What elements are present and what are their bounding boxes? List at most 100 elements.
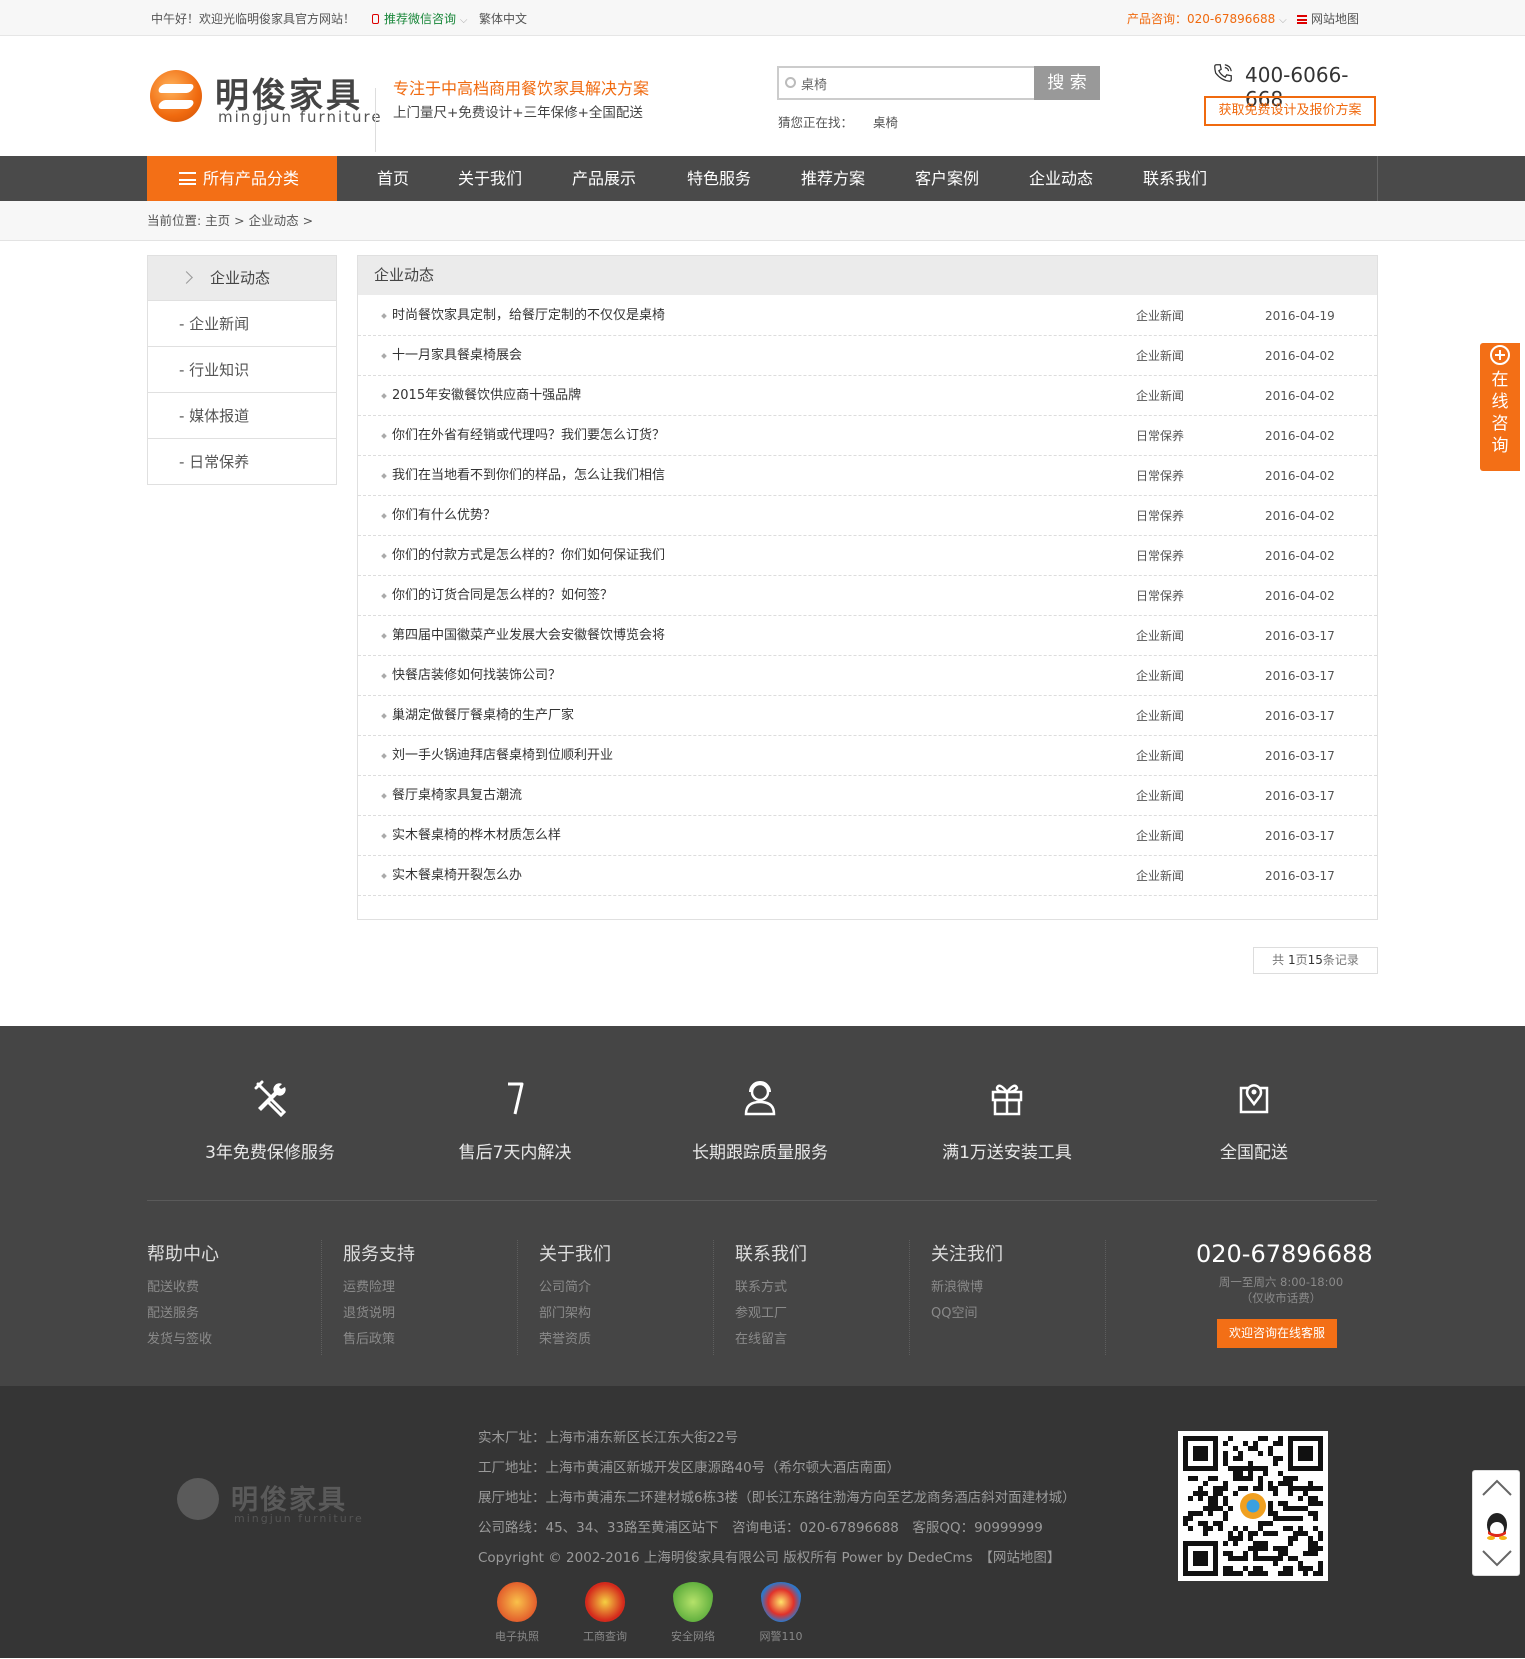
news-category-link[interactable]: 日常保养	[1136, 456, 1184, 496]
news-date: 2016-03-17	[1265, 749, 1335, 763]
top-bar: 中午好！欢迎光临明俊家具官方网站！ 推荐微信咨询 ⌵ 繁体中文 产品咨询：020…	[0, 0, 1525, 36]
service-tracking: 长期跟踪质量服务	[660, 1076, 860, 1163]
news-panel: 企业动态 时尚餐饮家具定制，给餐厅定制的不仅仅是桌椅 企业新闻 2016-04-19…	[357, 255, 1378, 920]
news-category-link[interactable]: 日常保养	[1136, 576, 1184, 616]
bullet-icon	[381, 313, 387, 319]
hot-search-word[interactable]: 桌椅	[873, 112, 898, 131]
sidebar-item-industry[interactable]: - 行业知识	[148, 346, 336, 392]
free-quote-button[interactable]: 获取免费设计及报价方案	[1204, 96, 1376, 126]
sidebar-item-maintenance[interactable]: - 日常保养	[148, 438, 336, 484]
news-title-link[interactable]: 你们有什么优势？	[392, 496, 496, 536]
news-title-link[interactable]: 餐厅桌椅家具复古潮流	[392, 776, 522, 816]
chevron-up-icon[interactable]	[1482, 1479, 1512, 1496]
nav-item-solutions[interactable]: 推荐方案	[801, 156, 865, 201]
news-category-link[interactable]: 企业新闻	[1136, 776, 1184, 816]
news-category-link[interactable]: 日常保养	[1136, 496, 1184, 536]
footer-link[interactable]: 售后政策	[343, 1327, 517, 1353]
news-title-link[interactable]: 时尚餐饮家具定制，给餐厅定制的不仅仅是桌椅	[392, 296, 665, 336]
news-category-link[interactable]: 企业新闻	[1136, 696, 1184, 736]
news-category-link[interactable]: 企业新闻	[1136, 736, 1184, 776]
nav-item-about[interactable]: 关于我们	[458, 156, 522, 201]
footer-link[interactable]: 参观工厂	[735, 1301, 909, 1327]
news-row: 巢湖定做餐厅餐桌椅的生产厂家 企业新闻 2016-03-17	[358, 696, 1377, 736]
badge-safe-network[interactable]: 安全网络	[663, 1582, 723, 1644]
site-header: 明俊家具 mingjun furniture 专注于中高档商用餐饮家具解决方案 …	[0, 36, 1525, 156]
breadcrumb[interactable]: 当前位置: 主页 > 企业动态 >	[147, 201, 1377, 241]
search-input[interactable]	[801, 68, 1031, 98]
news-row: 餐厅桌椅家具复古潮流 企业新闻 2016-03-17	[358, 776, 1377, 816]
business-badge-icon	[585, 1582, 625, 1622]
footer-col-contact: 联系我们 联系方式 参观工厂 在线留言	[735, 1240, 910, 1355]
slogan-main: 专注于中高档商用餐饮家具解决方案	[393, 79, 650, 98]
footer-link[interactable]: 运费险理	[343, 1275, 517, 1301]
news-title-link[interactable]: 十一月家具餐桌椅展会	[392, 336, 522, 376]
footer-link[interactable]: 在线留言	[735, 1327, 909, 1353]
badge-license[interactable]: 电子执照	[487, 1582, 547, 1644]
footer-link[interactable]: 发货与签收	[147, 1327, 321, 1353]
sidebar-item-media[interactable]: - 媒体报道	[148, 392, 336, 438]
news-title-link[interactable]: 刘一手火锅迪拜店餐桌椅到位顺利开业	[392, 736, 613, 776]
news-date: 2016-03-17	[1265, 829, 1335, 843]
news-category-link[interactable]: 企业新闻	[1136, 656, 1184, 696]
badge-business-check[interactable]: 工商查询	[575, 1582, 635, 1644]
footer-link[interactable]: 新浪微博	[931, 1275, 1105, 1301]
footer-link[interactable]: QQ空间	[931, 1301, 1105, 1327]
news-title-link[interactable]: 你们的付款方式是怎么样的？你们如何保证我们	[392, 536, 665, 576]
slogan-sub: 上门量尺+免费设计+三年保修+全国配送	[393, 105, 643, 121]
bullet-icon	[381, 833, 387, 839]
nav-item-home[interactable]: 首页	[377, 156, 409, 201]
search-button[interactable]: 搜 索	[1034, 66, 1100, 100]
traditional-chinese-link[interactable]: 繁体中文	[479, 10, 527, 27]
map-pin-icon	[1239, 1084, 1269, 1114]
news-category-link[interactable]: 日常保养	[1136, 416, 1184, 456]
float-tools-svg	[1482, 1479, 1512, 1567]
news-category-link[interactable]: 日常保养	[1136, 536, 1184, 576]
online-service-button[interactable]: 欢迎咨询在线客服	[1217, 1319, 1337, 1348]
news-title-link[interactable]: 巢湖定做餐厅餐桌椅的生产厂家	[392, 696, 574, 736]
nav-item-contact[interactable]: 联系我们	[1143, 156, 1207, 201]
nav-item-services[interactable]: 特色服务	[687, 156, 751, 201]
footer-link[interactable]: 退货说明	[343, 1301, 517, 1327]
news-category-link[interactable]: 企业新闻	[1136, 336, 1184, 376]
badge-police[interactable]: 网警110	[751, 1582, 811, 1644]
welcome-text: 中午好！欢迎光临明俊家具官方网站！	[151, 12, 356, 26]
news-category-link[interactable]: 企业新闻	[1136, 616, 1184, 656]
nav-item-cases[interactable]: 客户案例	[915, 156, 979, 201]
online-consult-float[interactable]: 在线咨询	[1480, 343, 1520, 471]
footer-link[interactable]: 联系方式	[735, 1275, 909, 1301]
news-title-link[interactable]: 你们的订货合同是怎么样的？如何签？	[392, 576, 613, 616]
footer-link[interactable]: 荣誉资质	[539, 1327, 713, 1353]
footer-link[interactable]: 部门架构	[539, 1301, 713, 1327]
breadcrumb-bar: 当前位置: 主页 > 企业动态 >	[0, 201, 1525, 241]
wechat-consult-link[interactable]: 推荐微信咨询 ⌵	[372, 10, 467, 27]
divider	[147, 1200, 1377, 1201]
logo-icon[interactable]	[150, 70, 202, 122]
news-category-link[interactable]: 企业新闻	[1136, 376, 1184, 416]
chevron-down-icon[interactable]	[1482, 1550, 1512, 1567]
footer-phone: 020-67896688	[1196, 1240, 1373, 1268]
hot-search-label: 猜您正在找：	[778, 115, 854, 130]
hotline-link[interactable]: 产品咨询：020-67896688 ⌵	[1127, 10, 1287, 27]
divider	[375, 88, 376, 152]
news-title-link[interactable]: 实木餐桌椅的桦木材质怎么样	[392, 816, 561, 856]
nav-item-products[interactable]: 产品展示	[572, 156, 636, 201]
sitemap-link[interactable]: 网站地图	[1297, 10, 1359, 27]
news-category-link[interactable]: 企业新闻	[1136, 816, 1184, 856]
news-title-link[interactable]: 实木餐桌椅开裂怎么办	[392, 856, 522, 896]
qq-icon[interactable]	[1487, 1513, 1507, 1540]
news-category-link[interactable]: 企业新闻	[1136, 856, 1184, 896]
news-title-link[interactable]: 第四届中国徽菜产业发展大会安徽餐饮博览会将	[392, 616, 665, 656]
news-title-link[interactable]: 你们在外省有经销或代理吗？我们要怎么订货？	[392, 416, 665, 456]
news-title-link[interactable]: 快餐店装修如何找装饰公司？	[392, 656, 561, 696]
footer-link[interactable]: 配送服务	[147, 1301, 321, 1327]
news-category-link[interactable]: 企业新闻	[1136, 296, 1184, 336]
nav-item-news[interactable]: 企业动态	[1029, 156, 1093, 201]
service-delivery: 全国配送	[1154, 1076, 1354, 1163]
footer-link[interactable]: 公司简介	[539, 1275, 713, 1301]
news-title-link[interactable]: 我们在当地看不到你们的样品，怎么让我们相信	[392, 456, 665, 496]
all-categories-button[interactable]: 所有产品分类	[147, 156, 337, 201]
news-title-link[interactable]: 2015年安徽餐饮供应商十强品牌	[392, 376, 581, 416]
footer-col-about: 关于我们 公司简介 部门架构 荣誉资质	[539, 1240, 714, 1355]
footer-link[interactable]: 配送收费	[147, 1275, 321, 1301]
sidebar-item-company-news[interactable]: - 企业新闻	[148, 300, 336, 346]
